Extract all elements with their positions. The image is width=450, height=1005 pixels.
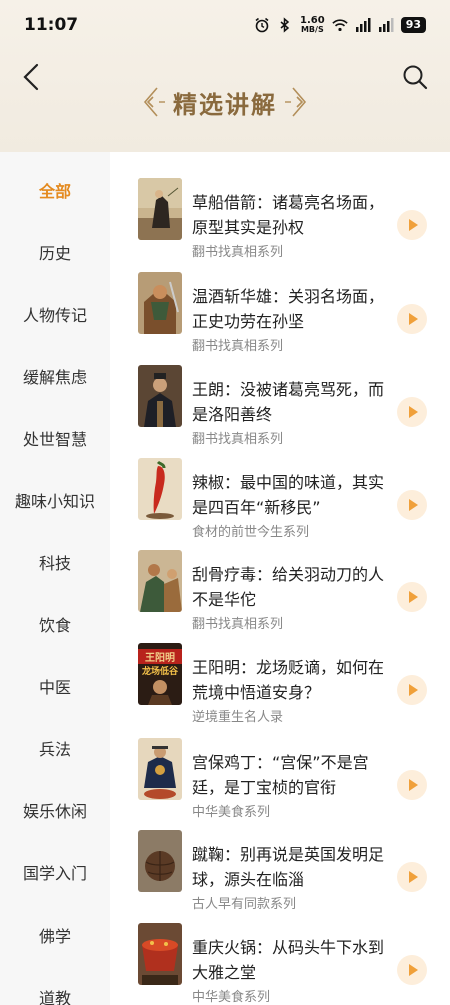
thumbnail-image: [138, 738, 182, 800]
status-time: 11:07: [24, 15, 79, 35]
category-anxiety-relief[interactable]: 缓解焦虑: [0, 356, 110, 396]
category-life-wisdom[interactable]: 处世智慧: [0, 418, 110, 458]
thumbnail-image: [138, 178, 182, 240]
page-title: 精选讲解: [173, 89, 277, 119]
item-title: 宫保鸡丁：“宫保”不是宫廷，是丁宝桢的官衔: [192, 753, 369, 797]
list-item[interactable]: 蹴鞠：别再说是英国发明足球，源头在临淄 古人早有同款系列: [110, 822, 450, 914]
thumbnail-image: [138, 458, 182, 520]
wifi-icon: [331, 19, 348, 32]
thumbnail-image: 王阳明 龙场低谷: [138, 643, 182, 705]
item-series: 翻书找真相系列: [192, 432, 284, 447]
play-button[interactable]: [397, 582, 427, 612]
list-item[interactable]: 王阳明 龙场低谷 王阳明：龙场贬谪，如何在荒境中悟道安身？ 逆境重生名人录: [110, 635, 450, 727]
category-fun-facts[interactable]: 趣味小知识: [0, 480, 110, 520]
status-bar: 11:07 1.60 MB/S 93: [0, 0, 450, 50]
category-military-strategy[interactable]: 兵法: [0, 728, 110, 768]
play-icon: [409, 871, 418, 883]
category-food[interactable]: 饮食: [0, 604, 110, 644]
play-icon: [409, 313, 418, 325]
battery-indicator: 93: [400, 17, 426, 33]
content-list: 草船借箭：诸葛亮名场面，原型其实是孙权 翻书找真相系列 温酒斩华雄：关羽名场面，…: [110, 152, 450, 1005]
left-bracket-decoration-icon: [143, 87, 165, 117]
item-title: 重庆火锅：从码头牛下水到大雅之堂: [192, 938, 385, 982]
item-series: 翻书找真相系列: [192, 339, 284, 354]
list-item[interactable]: 重庆火锅：从码头牛下水到大雅之堂 中华美食系列: [110, 915, 450, 1005]
item-series: 古人早有同款系列: [192, 897, 297, 912]
category-chinese-medicine[interactable]: 中医: [0, 666, 110, 706]
list-item[interactable]: 草船借箭：诸葛亮名场面，原型其实是孙权 翻书找真相系列: [110, 170, 450, 262]
category-technology[interactable]: 科技: [0, 542, 110, 582]
play-icon: [409, 684, 418, 696]
play-button[interactable]: [397, 490, 427, 520]
list-item[interactable]: 刮骨疗毒：给关羽动刀的人不是华佗 翻书找真相系列: [110, 542, 450, 634]
item-title: 王朗：没被诸葛亮骂死，而是洛阳善终: [192, 380, 385, 424]
thumbnail-image: [138, 923, 182, 985]
status-icons: 1.60 MB/S 93: [254, 16, 426, 34]
play-icon: [409, 964, 418, 976]
item-title: 蹴鞠：别再说是英国发明足球，源头在临淄: [192, 845, 385, 889]
category-leisure[interactable]: 娱乐休闲: [0, 790, 110, 830]
header: 11:07 1.60 MB/S 93 精选讲解: [0, 0, 450, 152]
item-series: 翻书找真相系列: [192, 617, 284, 632]
page-title-wrap: 精选讲解: [0, 80, 450, 124]
category-taoism[interactable]: 道教: [0, 977, 110, 1005]
list-item[interactable]: 王朗：没被诸葛亮骂死，而是洛阳善终 翻书找真相系列: [110, 357, 450, 449]
item-series: 中华美食系列: [192, 805, 271, 820]
category-sidebar: 全部 历史 人物传记 缓解焦虑 处世智慧 趣味小知识 科技 饮食 中医 兵法 娱…: [0, 152, 110, 1005]
right-bracket-decoration-icon: [285, 87, 307, 117]
play-button[interactable]: [397, 675, 427, 705]
play-icon: [409, 406, 418, 418]
item-title: 温酒斩华雄：关羽名场面，正史功劳在孙坚: [192, 287, 385, 331]
play-button[interactable]: [397, 210, 427, 240]
thumbnail-image: [138, 365, 182, 427]
item-series: 中华美食系列: [192, 990, 271, 1005]
list-item[interactable]: 宫保鸡丁：“宫保”不是宫廷，是丁宝桢的官衔 中华美食系列: [110, 730, 450, 822]
item-title: 刮骨疗毒：给关羽动刀的人不是华佗: [192, 565, 385, 609]
figure-illustration: [148, 680, 172, 705]
item-title: 辣椒：最中国的味道，其实是四百年“新移民”: [192, 473, 385, 517]
item-title: 王阳明：龙场贬谪，如何在荒境中悟道安身？: [192, 658, 385, 702]
category-biography[interactable]: 人物传记: [0, 294, 110, 334]
alarm-icon: [255, 17, 269, 33]
play-icon: [409, 779, 418, 791]
category-buddhism[interactable]: 佛学: [0, 915, 110, 955]
thumbnail-image: [138, 550, 182, 612]
item-title: 草船借箭：诸葛亮名场面，原型其实是孙权: [192, 193, 385, 237]
category-all[interactable]: 全部: [0, 170, 110, 210]
thumbnail-image: [138, 830, 182, 892]
play-button[interactable]: [397, 304, 427, 334]
item-series: 翻书找真相系列: [192, 245, 284, 260]
play-icon: [409, 591, 418, 603]
speed-unit: MB/S: [300, 25, 324, 34]
play-icon: [409, 499, 418, 511]
play-button[interactable]: [397, 770, 427, 800]
signal-icon-2: [378, 18, 394, 32]
category-sinology[interactable]: 国学入门: [0, 852, 110, 892]
play-icon: [409, 219, 418, 231]
bluetooth-icon: [280, 17, 290, 33]
network-speed: 1.60 MB/S: [300, 16, 325, 34]
signal-icon: [355, 18, 371, 32]
item-series: 食材的前世今生系列: [192, 525, 310, 540]
category-history[interactable]: 历史: [0, 232, 110, 272]
item-series: 逆境重生名人录: [192, 710, 284, 725]
thumbnail-image: [138, 272, 182, 334]
list-item[interactable]: 辣椒：最中国的味道，其实是四百年“新移民” 食材的前世今生系列: [110, 450, 450, 542]
play-button[interactable]: [397, 397, 427, 427]
play-button[interactable]: [397, 955, 427, 985]
list-item[interactable]: 温酒斩华雄：关羽名场面，正史功劳在孙坚 翻书找真相系列: [110, 264, 450, 356]
play-button[interactable]: [397, 862, 427, 892]
